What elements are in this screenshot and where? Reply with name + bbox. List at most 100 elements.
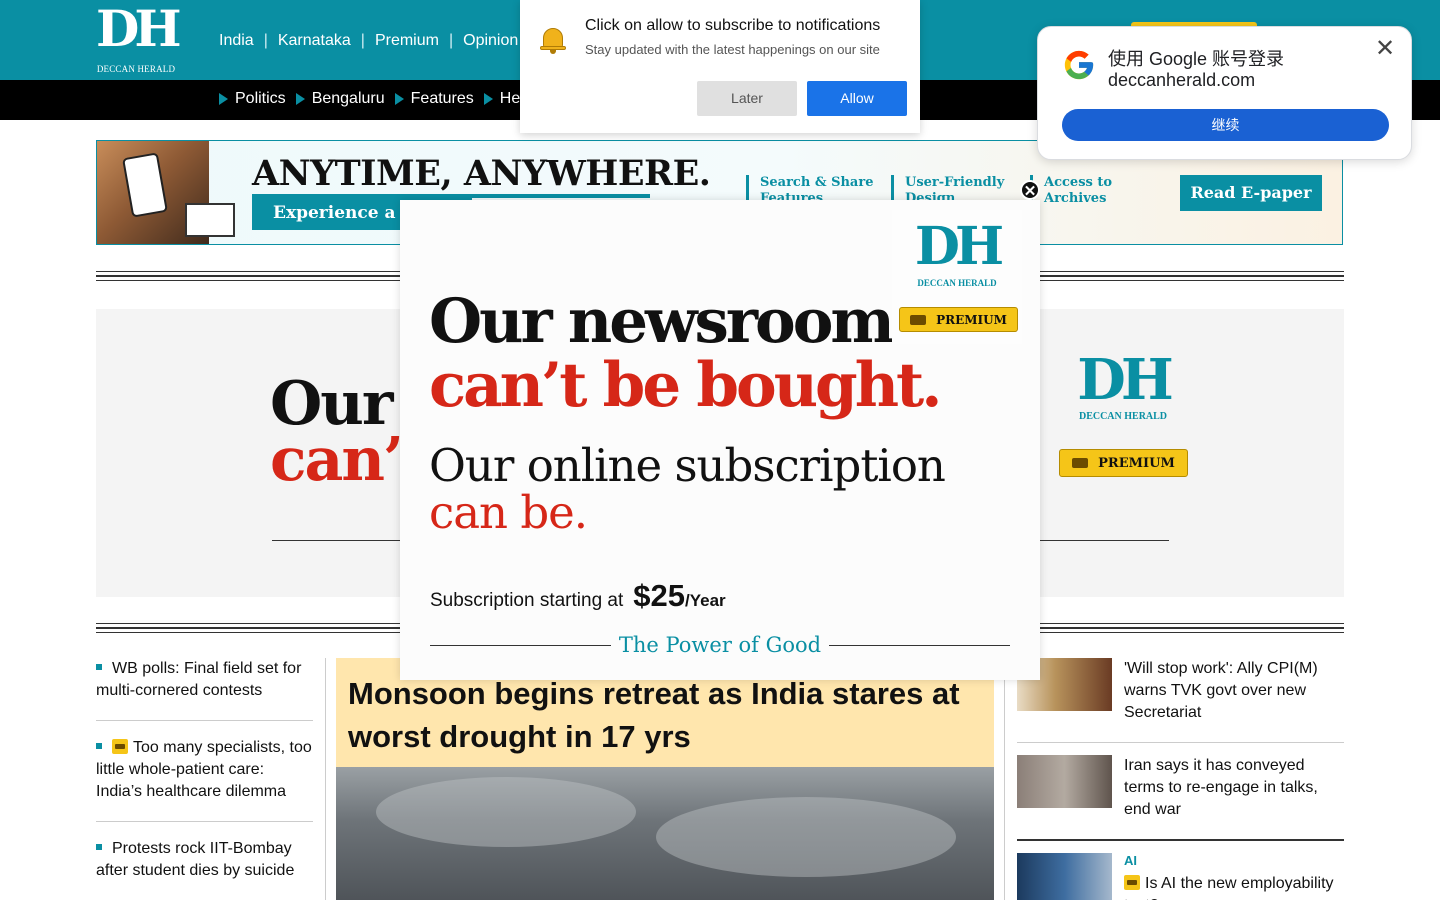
read-epaper-button[interactable]: Read E-paper bbox=[1180, 175, 1322, 211]
cloud-shape bbox=[656, 797, 956, 877]
headline-item[interactable]: WB polls: Final field set for multi-corn… bbox=[96, 658, 313, 702]
tablet-illustration bbox=[185, 203, 235, 237]
modal-logo-mark: DH bbox=[914, 216, 1004, 277]
logo-subtitle: DECCAN HERALD bbox=[96, 64, 176, 74]
modal-premium-label: PREMIUM bbox=[936, 312, 1007, 327]
headline-text: Too many specialists, too little whole-p… bbox=[96, 739, 312, 800]
headline-thumbnail bbox=[1017, 853, 1112, 900]
tagline-rule bbox=[430, 644, 611, 646]
secnav-label: Politics bbox=[235, 90, 286, 107]
modal-close-icon[interactable]: ✕ bbox=[1020, 180, 1040, 200]
google-g-icon bbox=[1064, 50, 1094, 80]
bullet-square bbox=[96, 664, 102, 670]
primary-nav: India | Karnataka | Premium | Opinion bbox=[219, 30, 518, 52]
premium-icon bbox=[112, 739, 128, 754]
headline-thumbnail bbox=[1017, 755, 1112, 808]
triangle-icon bbox=[219, 93, 228, 105]
divider bbox=[96, 821, 313, 822]
left-headlines: WB polls: Final field set for multi-corn… bbox=[96, 658, 313, 882]
ad-premium-badge: PREMIUM bbox=[1059, 449, 1188, 477]
banner-feature-search: Search & Share Features bbox=[746, 175, 878, 203]
right-headlines: 'Will stop work': Ally CPI(M) warns TVK … bbox=[1017, 658, 1344, 900]
column-divider bbox=[325, 658, 326, 900]
bell-icon bbox=[540, 24, 566, 54]
google-signin-domain: deccanherald.com bbox=[1108, 70, 1256, 90]
triangle-icon bbox=[394, 93, 404, 105]
category-tag[interactable]: AI bbox=[1124, 853, 1344, 869]
banner-image bbox=[97, 141, 235, 244]
modal-subhead-line1: Our online subscription bbox=[429, 439, 946, 492]
ad-premium-label: PREMIUM bbox=[1098, 455, 1175, 471]
modal-tagline: The Power of Good bbox=[430, 630, 1010, 660]
banner-feature-design: User-Friendly Design bbox=[891, 175, 1016, 203]
price-label: Subscription starting at bbox=[430, 590, 624, 611]
price-value: $25 bbox=[633, 578, 685, 613]
headline-text: Is AI the new employability test? bbox=[1124, 875, 1334, 900]
close-icon[interactable]: ✕ bbox=[1373, 37, 1397, 61]
secnav-bengaluru[interactable]: Bengaluru bbox=[295, 90, 385, 108]
ad-logo-mark: DH bbox=[1077, 347, 1173, 413]
banner-feature-archives: Access to Archives bbox=[1030, 175, 1120, 211]
secnav-label: Features bbox=[410, 90, 474, 107]
headline-text: WB polls: Final field set for multi-corn… bbox=[96, 660, 302, 699]
cloud-shape bbox=[376, 777, 636, 847]
triangle-icon bbox=[295, 93, 305, 105]
allow-button[interactable]: Allow bbox=[807, 81, 907, 116]
modal-logo-box: DH DECCAN HERALD PREMIUM bbox=[892, 210, 1022, 344]
nav-karnataka[interactable]: Karnataka bbox=[278, 32, 351, 50]
secnav-label: Bengaluru bbox=[311, 90, 385, 107]
tagline-rule bbox=[829, 644, 1010, 646]
ad-dh-logo: DH DECCAN HERALD bbox=[1073, 349, 1173, 422]
divider bbox=[96, 720, 313, 721]
notification-prompt: Click on allow to subscribe to notificat… bbox=[520, 0, 920, 133]
headline-item[interactable]: Protests rock IIT-Bombay after student d… bbox=[96, 838, 313, 882]
headline-text: Iran says it has conveyed terms to re-en… bbox=[1124, 757, 1318, 818]
phone-illustration bbox=[122, 152, 168, 218]
notification-title: Click on allow to subscribe to notificat… bbox=[585, 17, 881, 34]
premium-icon bbox=[910, 314, 927, 325]
modal-premium-badge: PREMIUM bbox=[899, 307, 1018, 332]
tagline-text: The Power of Good bbox=[618, 633, 822, 657]
triangle-icon bbox=[483, 93, 493, 105]
nav-separator: | bbox=[448, 32, 454, 49]
modal-subhead-line2: can be. bbox=[429, 486, 588, 539]
subscription-modal[interactable]: Our newsroom can’t be bought. Our online… bbox=[400, 200, 1040, 680]
modal-logo-subtitle: DECCAN HERALD bbox=[917, 278, 997, 288]
premium-icon bbox=[1124, 875, 1140, 890]
divider bbox=[1017, 742, 1344, 743]
main-story[interactable]: Monsoon begins retreat as India stares a… bbox=[336, 658, 994, 900]
headline-item[interactable]: AI Is AI the new employability test? bbox=[1017, 853, 1344, 900]
modal-headline-line1: Our newsroom bbox=[429, 286, 895, 357]
secnav-features[interactable]: Features bbox=[394, 90, 474, 108]
google-signin-prompt: 使用 Google 账号登录 deccanherald.com ✕ 继续 bbox=[1037, 26, 1412, 160]
nav-premium[interactable]: Premium bbox=[375, 32, 439, 50]
headline-item[interactable]: Too many specialists, too little whole-p… bbox=[96, 737, 313, 803]
headline-text-block: AI Is AI the new employability test? bbox=[1124, 853, 1344, 900]
site-logo[interactable]: DH DECCAN HERALD bbox=[96, 0, 182, 75]
modal-dh-logo: DH DECCAN HERALD bbox=[907, 216, 1007, 288]
bullet-square bbox=[96, 844, 102, 850]
banner-headline: ANYTIME, ANYWHERE. bbox=[252, 153, 711, 194]
headline-text: 'Will stop work': Ally CPI(M) warns TVK … bbox=[1124, 660, 1318, 721]
google-signin-title: 使用 Google 账号登录 bbox=[1108, 49, 1285, 69]
later-button[interactable]: Later bbox=[697, 81, 797, 116]
headline-item[interactable]: 'Will stop work': Ally CPI(M) warns TVK … bbox=[1017, 658, 1344, 742]
notification-description: Stay updated with the latest happenings … bbox=[585, 42, 880, 57]
ad-logo-subtitle: DECCAN HERALD bbox=[1078, 411, 1168, 422]
premium-icon bbox=[1072, 458, 1089, 468]
price-row: Subscription starting at $25 /Year bbox=[430, 578, 726, 614]
main-story-image bbox=[336, 767, 994, 900]
headline-item[interactable]: Iran says it has conveyed terms to re-en… bbox=[1017, 755, 1344, 839]
divider bbox=[1017, 839, 1344, 841]
nav-india[interactable]: India bbox=[219, 32, 254, 50]
price-period: /Year bbox=[685, 591, 726, 610]
nav-separator: | bbox=[263, 32, 268, 49]
nav-opinion[interactable]: Opinion bbox=[463, 32, 518, 50]
logo-mark: DH bbox=[96, 0, 182, 58]
modal-headline-line2: can’t be bought. bbox=[429, 350, 942, 421]
continue-button[interactable]: 继续 bbox=[1062, 109, 1389, 141]
bullet-square bbox=[96, 743, 102, 749]
secnav-politics[interactable]: Politics bbox=[219, 90, 286, 108]
column-divider bbox=[1004, 658, 1005, 900]
headline-text: Protests rock IIT-Bombay after student d… bbox=[96, 840, 295, 879]
